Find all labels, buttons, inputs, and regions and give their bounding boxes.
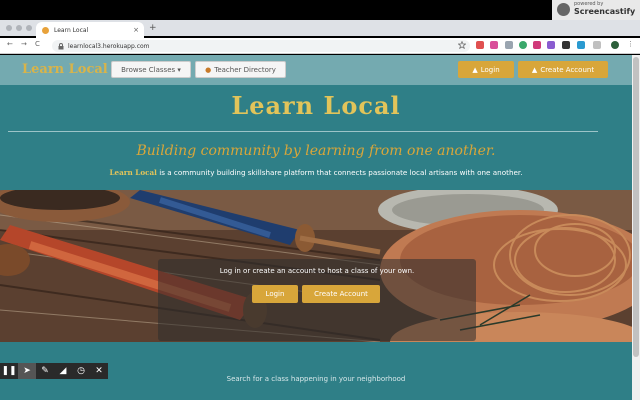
screencastify-logo-icon <box>557 3 570 16</box>
extension-icon[interactable] <box>547 41 555 49</box>
website: Learn Local Browse Classes ▾ ● Teacher D… <box>0 55 632 400</box>
teacher-directory-button[interactable]: ● Teacher Directory <box>195 61 286 78</box>
screencastify-badge: powered by Screencastify <box>552 0 640 20</box>
bookmark-star-icon[interactable] <box>458 41 466 49</box>
user-icon: ▲ <box>531 65 538 74</box>
scrollbar-thumb[interactable] <box>633 57 639 357</box>
page-scrollbar[interactable] <box>632 55 640 400</box>
login-button[interactable]: ▲ Login <box>458 61 514 78</box>
new-tab-button[interactable]: + <box>149 23 157 33</box>
create-account-button[interactable]: ▲ Create Account <box>518 61 608 78</box>
divider <box>8 131 598 132</box>
back-icon[interactable]: ← <box>7 40 13 48</box>
extension-icon[interactable] <box>519 41 527 49</box>
cta-panel: Log in or create an account to host a cl… <box>158 259 476 341</box>
tab-close-icon[interactable]: × <box>133 26 139 34</box>
favicon-icon <box>42 26 49 34</box>
extension-icon[interactable] <box>490 41 498 49</box>
pen-icon[interactable]: ✎ <box>36 363 54 379</box>
recording-toolbar: ❚❚ ➤ ✎ ◢ ◷ ✕ <box>0 363 108 379</box>
page-title: Learn Local <box>231 91 401 120</box>
cta-create-account-button[interactable]: Create Account <box>302 285 380 303</box>
window-controls <box>6 25 32 31</box>
avatar[interactable] <box>611 41 619 49</box>
extension-icon[interactable] <box>533 41 541 49</box>
login-label: Login <box>480 65 500 74</box>
cursor-icon[interactable]: ➤ <box>18 363 36 379</box>
browser-tab[interactable]: Learn Local × <box>36 22 144 38</box>
minimize-window-icon[interactable] <box>16 25 22 31</box>
maximize-window-icon[interactable] <box>26 25 32 31</box>
reload-icon[interactable]: C <box>35 40 40 48</box>
browse-classes-button[interactable]: Browse Classes ▾ <box>111 61 191 78</box>
teacher-directory-label: Teacher Directory <box>214 65 276 74</box>
close-icon[interactable]: ✕ <box>90 363 108 379</box>
extension-icon[interactable] <box>593 41 601 49</box>
extension-icon[interactable] <box>577 41 585 49</box>
cta-text: Log in or create an account to host a cl… <box>219 267 415 275</box>
close-window-icon[interactable] <box>6 25 12 31</box>
lock-icon <box>58 42 64 49</box>
timer-icon[interactable]: ◷ <box>72 363 90 379</box>
description: Learn Local is a community building skil… <box>0 168 632 177</box>
site-navbar: Learn Local Browse Classes ▾ ● Teacher D… <box>0 55 632 85</box>
eraser-icon[interactable]: ◢ <box>54 363 72 379</box>
extension-icon[interactable] <box>476 41 484 49</box>
extension-icon[interactable] <box>562 41 570 49</box>
forward-icon[interactable]: → <box>21 40 27 48</box>
create-account-label: Create Account <box>540 65 595 74</box>
url-field[interactable]: learnlocal3.herokuapp.com <box>52 40 470 52</box>
user-icon: ▲ <box>472 65 478 74</box>
description-brand: Learn Local <box>109 168 157 177</box>
pause-icon[interactable]: ❚❚ <box>0 363 18 379</box>
navbar-brand[interactable]: Learn Local <box>22 62 108 77</box>
paw-icon: ● <box>205 65 212 74</box>
cta-login-button[interactable]: Login <box>252 285 298 303</box>
tagline: Building community by learning from one … <box>136 143 496 159</box>
badge-brand: Screencastify <box>574 7 636 16</box>
description-text: is a community building skillshare platf… <box>159 168 523 177</box>
extension-icon[interactable] <box>505 41 513 49</box>
browser-menu-icon[interactable]: ⋮ <box>627 40 634 48</box>
url-text: learnlocal3.herokuapp.com <box>68 42 150 50</box>
tab-title: Learn Local <box>54 26 89 34</box>
hero-image: Log in or create an account to host a cl… <box>0 190 632 342</box>
